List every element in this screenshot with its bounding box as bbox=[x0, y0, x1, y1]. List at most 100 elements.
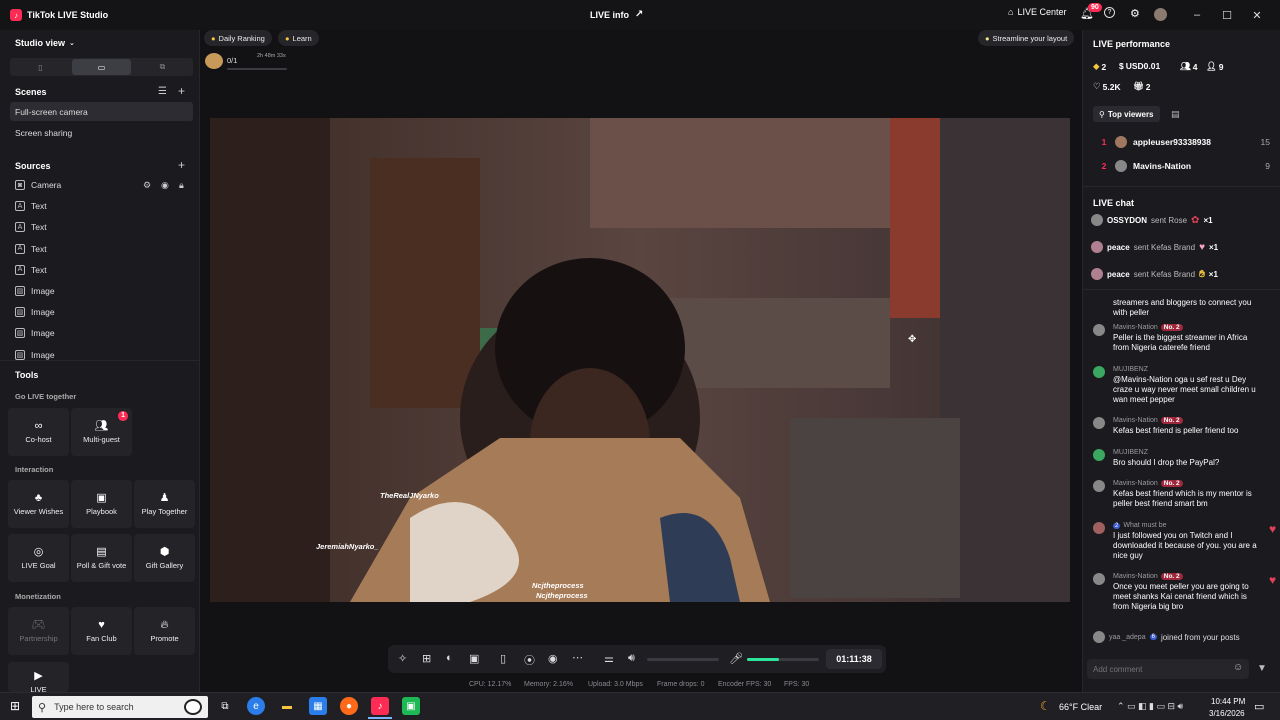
live-tool[interactable]: ▶ LIVE bbox=[8, 662, 69, 694]
fps-stat: FPS: 30 bbox=[784, 681, 810, 688]
source-item[interactable]: A Text bbox=[15, 243, 47, 254]
tab-top-viewers[interactable]: ⚲ Top viewers bbox=[1093, 106, 1160, 122]
poll-gift-vote-tool[interactable]: ▤ Poll & Gift vote bbox=[71, 534, 132, 582]
close-button[interactable]: ✕ bbox=[1247, 6, 1267, 24]
list-icon[interactable]: ☰ bbox=[158, 86, 167, 97]
gift-count: ×1 bbox=[1209, 242, 1219, 252]
app-title: TikTok LIVE Studio bbox=[27, 10, 109, 20]
speaker-volume-slider[interactable] bbox=[647, 658, 719, 661]
camera-preview[interactable]: TheRealJNyarko JeremiahNyarko_ Ncjthepro… bbox=[210, 118, 1070, 602]
maximize-button[interactable]: ☐ bbox=[1217, 6, 1237, 24]
profile-avatar[interactable] bbox=[1154, 8, 1167, 21]
tiktok-studio-taskbar-icon[interactable]: ♪ bbox=[371, 697, 389, 715]
heart-outline-icon: ♡ bbox=[1093, 81, 1101, 91]
add-scene-icon[interactable]: + bbox=[178, 84, 185, 98]
chat-list[interactable]: streamers and bloggers to connect you wi… bbox=[1083, 290, 1280, 655]
settings-icon[interactable]: ⚙ bbox=[143, 180, 151, 191]
tool-label: Promote bbox=[150, 633, 179, 643]
lock-icon[interactable]: 🔒︎ bbox=[179, 180, 184, 191]
task-view-icon[interactable]: ⧉ bbox=[216, 697, 234, 715]
cohost-tool[interactable]: ∞ Co-host bbox=[8, 408, 69, 456]
live-goal-tool[interactable]: ◎ LIVE Goal bbox=[8, 534, 69, 582]
file-explorer-icon[interactable]: ▬ bbox=[278, 697, 296, 715]
goal-widget[interactable]: 0/1 2h 48m 33s bbox=[205, 53, 289, 73]
viewers-metric: 👥︎ 4 bbox=[1180, 61, 1198, 72]
list-view-icon[interactable]: ▤ bbox=[1171, 109, 1180, 120]
windows-start-icon[interactable]: ⊞ bbox=[6, 697, 24, 715]
speaker-icon[interactable]: 🔊︎ bbox=[628, 652, 635, 665]
overlay-text[interactable]: TheRealJNyarko bbox=[380, 491, 439, 500]
minimize-button[interactable]: – bbox=[1187, 6, 1207, 24]
live-chat-title: LIVE chat bbox=[1093, 198, 1135, 208]
firefox-icon[interactable]: ● bbox=[340, 697, 358, 715]
effects-icon[interactable]: ✧ bbox=[398, 652, 407, 665]
source-item[interactable]: A Text bbox=[15, 222, 47, 233]
tab-label: Top viewers bbox=[1107, 109, 1154, 119]
scene-item[interactable]: Full-screen camera bbox=[15, 107, 88, 117]
help-button[interactable]: ? bbox=[1104, 7, 1115, 18]
top-viewer-row[interactable]: 1 appleuser93338938 15 bbox=[1093, 136, 1270, 148]
portrait-view-button[interactable]: ▯ bbox=[12, 60, 69, 74]
taskbar-time[interactable]: 10:44 PM bbox=[1211, 697, 1245, 706]
multiguest-tool[interactable]: 👥︎ Multi-guest 1 bbox=[71, 408, 132, 456]
taskbar-search[interactable]: ⚲ Type here to search bbox=[32, 696, 208, 718]
add-comment-input[interactable] bbox=[1093, 662, 1223, 676]
weather-text[interactable]: 66°F Clear bbox=[1059, 702, 1102, 712]
studio-view-dropdown[interactable]: Studio view ⌄ bbox=[15, 38, 75, 48]
streamline-layout-button[interactable]: ● Streamline your layout bbox=[978, 30, 1075, 46]
playbook-tool[interactable]: ▣ Playbook bbox=[71, 480, 132, 528]
source-item[interactable]: A Text bbox=[15, 201, 47, 212]
dual-view-button[interactable]: ⧉ bbox=[134, 60, 191, 74]
overlay-text[interactable]: Ncjtheprocess bbox=[532, 581, 584, 590]
top-viewer-row[interactable]: 2 Mavins-Nation 9 bbox=[1093, 160, 1270, 172]
emoji-icon[interactable]: ☺ bbox=[1233, 662, 1243, 673]
source-item[interactable]: ▨ Image bbox=[15, 307, 55, 318]
partnership-tool[interactable]: 🎮︎ Partnership bbox=[8, 607, 69, 655]
chat-text: Kefas best friend is peller friend too bbox=[1113, 426, 1239, 435]
level-badge: 2 bbox=[1113, 522, 1121, 529]
notifications-button[interactable]: 🔔︎ 90 bbox=[1080, 3, 1102, 20]
live-center-button[interactable]: ⌂ LIVE Center bbox=[1008, 7, 1066, 17]
filter-icon[interactable]: ▼ bbox=[1257, 663, 1267, 674]
source-item[interactable]: ◙ Camera bbox=[15, 180, 61, 190]
beauty-icon[interactable]: ◐ bbox=[446, 652, 453, 664]
eye-icon[interactable]: ◉ bbox=[161, 180, 169, 191]
edge-browser-icon[interactable]: e bbox=[247, 697, 265, 715]
fan-club-tool[interactable]: ♥ Fan Club bbox=[71, 607, 132, 655]
record-icon[interactable]: ⦿ bbox=[524, 652, 535, 668]
live-info-button[interactable]: LIVE info ↗ bbox=[590, 9, 643, 20]
mic-volume-slider[interactable] bbox=[747, 658, 819, 661]
overlay-text[interactable]: JeremiahNyarko_ bbox=[316, 542, 379, 551]
scene-item[interactable]: Screen sharing bbox=[15, 128, 72, 138]
mixer-icon[interactable]: ⚌ bbox=[604, 652, 614, 665]
settings-button[interactable]: ⚙ bbox=[1130, 7, 1140, 20]
play-together-tool[interactable]: ♟ Play Together bbox=[134, 480, 195, 528]
stream-icon[interactable]: ◉ bbox=[548, 652, 558, 665]
tiktok-logo-icon: ♪ bbox=[10, 9, 22, 21]
source-item[interactable]: A Text bbox=[15, 264, 47, 275]
taskbar-date[interactable]: 3/16/2026 bbox=[1209, 709, 1245, 718]
app-icon[interactable]: ▣ bbox=[402, 697, 420, 715]
viewer-wishes-tool[interactable]: ♣ Viewer Wishes bbox=[8, 480, 69, 528]
learn-button[interactable]: ● Learn bbox=[278, 30, 319, 46]
promote-tool[interactable]: 🔥︎ Promote bbox=[134, 607, 195, 655]
gift-gallery-tool[interactable]: ⬢ Gift Gallery bbox=[134, 534, 195, 582]
source-item[interactable]: ▨ Image bbox=[15, 349, 55, 360]
add-source-icon[interactable]: + bbox=[178, 158, 185, 172]
source-label: Text bbox=[31, 201, 47, 212]
microphone-icon[interactable]: 🎤︎ bbox=[729, 652, 743, 665]
landscape-view-button[interactable]: ▭ bbox=[72, 59, 131, 75]
source-item[interactable]: ▨ Image bbox=[15, 286, 55, 296]
store-icon[interactable]: ▦ bbox=[309, 697, 327, 715]
more-icon[interactable]: ⋯ bbox=[572, 651, 583, 664]
goal-progress-bar bbox=[227, 68, 287, 70]
system-tray-icons[interactable]: ⌃ ▭ ◧ ▮ ▭ ⊟ 🔊︎ bbox=[1117, 701, 1183, 712]
heart-icon: ♥ bbox=[98, 618, 105, 631]
layout-icon[interactable]: ▣ bbox=[469, 652, 479, 665]
notification-center-icon[interactable]: ▭ bbox=[1254, 700, 1264, 713]
source-item[interactable]: ▨ Image bbox=[15, 328, 55, 339]
daily-ranking-button[interactable]: ● Daily Ranking bbox=[204, 30, 272, 46]
overlay-text[interactable]: Ncjtheprocess bbox=[536, 591, 588, 600]
add-source-icon[interactable]: ⊞ bbox=[422, 652, 431, 665]
portrait-icon[interactable]: ▯ bbox=[500, 652, 506, 665]
